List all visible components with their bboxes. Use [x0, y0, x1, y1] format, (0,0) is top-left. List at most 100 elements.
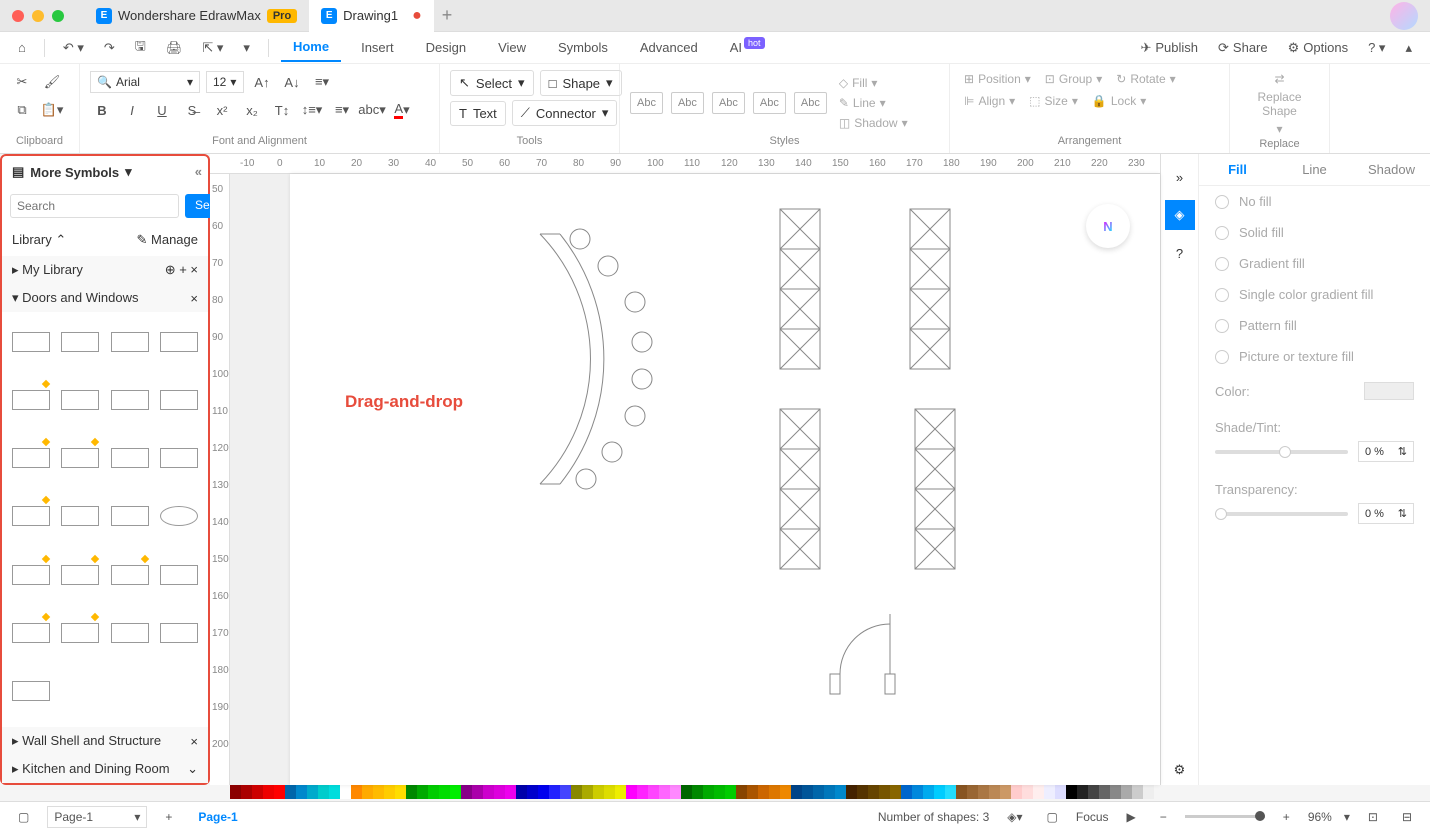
no-fill-option[interactable]: No fill	[1199, 186, 1430, 217]
color-swatch[interactable]	[395, 785, 406, 799]
color-swatch[interactable]	[1044, 785, 1055, 799]
drawing-page[interactable]	[290, 174, 1160, 785]
color-swatch[interactable]	[1364, 382, 1414, 400]
close-icon[interactable]: ×	[190, 734, 198, 749]
symbol-item[interactable]	[60, 494, 102, 538]
color-swatch[interactable]	[1011, 785, 1022, 799]
symbol-item[interactable]	[60, 378, 102, 422]
color-swatch[interactable]	[989, 785, 1000, 799]
color-swatch[interactable]	[637, 785, 648, 799]
align-button[interactable]: ≡▾	[310, 70, 334, 94]
color-swatch[interactable]	[967, 785, 978, 799]
replace-shape-button[interactable]: ⇄Replace Shape ▾	[1253, 70, 1305, 138]
color-swatch[interactable]	[747, 785, 758, 799]
color-swatch[interactable]	[1055, 785, 1066, 799]
menu-view[interactable]: View	[486, 34, 538, 61]
color-swatch[interactable]	[978, 785, 989, 799]
help-tool-tab[interactable]: ?	[1165, 238, 1195, 268]
zoom-level[interactable]: 96%	[1308, 810, 1332, 824]
single-gradient-option[interactable]: Single color gradient fill	[1199, 279, 1430, 310]
color-swatch[interactable]	[934, 785, 945, 799]
color-swatch[interactable]	[615, 785, 626, 799]
color-swatch[interactable]	[494, 785, 505, 799]
color-swatch[interactable]	[296, 785, 307, 799]
color-swatch[interactable]	[351, 785, 362, 799]
text-tool[interactable]: T Text	[450, 101, 506, 126]
color-swatch[interactable]	[626, 785, 637, 799]
font-size-select[interactable]: 12 ▾	[206, 71, 244, 93]
color-swatch[interactable]	[758, 785, 769, 799]
color-swatch[interactable]	[692, 785, 703, 799]
app-tab[interactable]: E Wondershare EdrawMax Pro	[84, 0, 309, 32]
menu-design[interactable]: Design	[414, 34, 478, 61]
color-swatch[interactable]	[274, 785, 285, 799]
page-layout-icon[interactable]: ▢	[12, 806, 35, 828]
color-swatch[interactable]	[516, 785, 527, 799]
color-swatch[interactable]	[417, 785, 428, 799]
superscript-button[interactable]: x²	[210, 98, 234, 122]
home-icon[interactable]: ⌂	[12, 36, 32, 59]
style-preset-1[interactable]: Abc	[630, 92, 663, 114]
symbol-search-input[interactable]	[10, 194, 179, 218]
color-swatch[interactable]	[725, 785, 736, 799]
group-button[interactable]: ⊡ Group▾	[1041, 70, 1106, 88]
color-swatch[interactable]	[879, 785, 890, 799]
symbol-item[interactable]	[60, 611, 102, 655]
symbol-item[interactable]	[60, 553, 102, 597]
solid-fill-option[interactable]: Solid fill	[1199, 217, 1430, 248]
doors-windows-section[interactable]: ▾ Doors and Windows ×	[2, 284, 208, 312]
color-swatch[interactable]	[923, 785, 934, 799]
maximize-window[interactable]	[52, 10, 64, 22]
symbol-item[interactable]	[109, 611, 151, 655]
export-button[interactable]: ⇱ ▾	[196, 36, 229, 60]
chevron-down-icon[interactable]: ⌄	[187, 761, 198, 777]
subscript-button[interactable]: x₂	[240, 98, 264, 122]
color-swatch[interactable]	[1000, 785, 1011, 799]
color-swatch[interactable]	[384, 785, 395, 799]
symbol-item[interactable]	[159, 320, 201, 364]
symbol-item[interactable]	[10, 378, 52, 422]
page-select[interactable]: Page-1▾	[47, 806, 147, 828]
symbol-item[interactable]	[109, 436, 151, 480]
undo-button[interactable]: ↶ ▾	[57, 36, 90, 60]
color-swatch[interactable]	[868, 785, 879, 799]
my-library-section[interactable]: ▸ My Library ⊕ + ×	[2, 256, 208, 284]
close-icon[interactable]: ×	[190, 291, 198, 306]
shade-slider[interactable]	[1215, 450, 1348, 454]
menu-ai[interactable]: AIhot	[718, 34, 777, 61]
color-swatch[interactable]	[318, 785, 329, 799]
color-swatch[interactable]	[538, 785, 549, 799]
color-swatch[interactable]	[791, 785, 802, 799]
color-swatch[interactable]	[1066, 785, 1077, 799]
color-swatch[interactable]	[1143, 785, 1154, 799]
color-swatch[interactable]	[593, 785, 604, 799]
color-swatch[interactable]	[1099, 785, 1110, 799]
color-swatch[interactable]	[1132, 785, 1143, 799]
color-swatch[interactable]	[527, 785, 538, 799]
style-preset-4[interactable]: Abc	[753, 92, 786, 114]
zoom-out-button[interactable]: −	[1154, 806, 1173, 828]
redo-button[interactable]: ↷	[98, 36, 121, 60]
color-swatch[interactable]	[1088, 785, 1099, 799]
shadow-tab[interactable]: Shadow	[1353, 154, 1430, 185]
symbol-item[interactable]	[60, 436, 102, 480]
font-color-button[interactable]: A▾	[390, 98, 414, 122]
color-swatch[interactable]	[813, 785, 824, 799]
layers-icon[interactable]: ◈▾	[1001, 806, 1028, 828]
color-swatch[interactable]	[780, 785, 791, 799]
underline-button[interactable]: U	[150, 98, 174, 122]
color-swatch[interactable]	[846, 785, 857, 799]
symbol-item[interactable]	[159, 436, 201, 480]
color-swatch[interactable]	[912, 785, 923, 799]
color-swatch[interactable]	[736, 785, 747, 799]
size-button[interactable]: ⬚ Size▾	[1025, 92, 1082, 110]
color-swatch[interactable]	[714, 785, 725, 799]
color-swatch[interactable]	[241, 785, 252, 799]
color-swatch[interactable]	[890, 785, 901, 799]
color-swatch[interactable]	[901, 785, 912, 799]
symbol-item[interactable]	[109, 320, 151, 364]
color-swatch[interactable]	[956, 785, 967, 799]
more-button[interactable]: ▾	[237, 36, 256, 60]
color-swatch[interactable]	[252, 785, 263, 799]
color-swatch[interactable]	[505, 785, 516, 799]
